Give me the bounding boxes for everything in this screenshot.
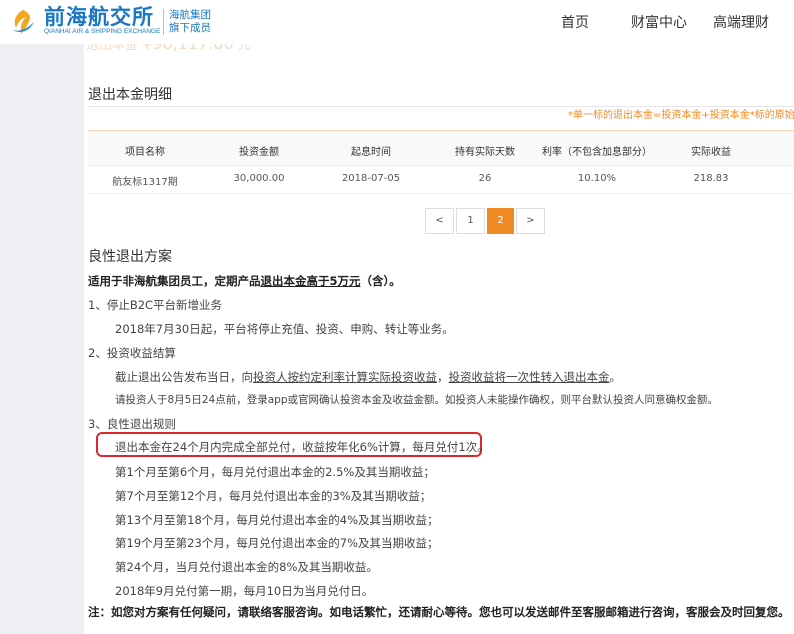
detail-section-title: 退出本金明细: [88, 87, 172, 103]
nav-premium-finance[interactable]: 高端理财: [713, 12, 769, 32]
top-header: 前海航交所 QIANHAI AIR & SHIPPING EXCHANGE 海航…: [0, 0, 794, 44]
column-header: 起息时间: [351, 147, 391, 158]
pagination-next-button[interactable]: >: [516, 208, 545, 234]
column-header: 项目名称: [125, 147, 165, 158]
section-2-body-1-suffix: 。: [609, 370, 622, 384]
left-gutter: [0, 44, 84, 634]
cell-investment-amount: 30,000.00: [233, 173, 285, 184]
nav-home[interactable]: 首页: [561, 12, 589, 32]
table-divider: [88, 165, 794, 166]
list-item: 第7个月至第12个月，每月兑付退出本金的3%及其当期收益；: [115, 489, 432, 503]
column-header: 投资金额: [239, 147, 279, 158]
section-2-title: 2、投资收益结算: [88, 346, 176, 360]
footnote: 注：如您对方案有任何疑问，请联络客服咨询。如电话繁忙，还请耐心等待。您也可以发送…: [88, 605, 790, 619]
table-header-row: [88, 131, 794, 165]
cell-project-name[interactable]: 航友标1317期: [112, 173, 177, 188]
logo-mark-icon: [12, 10, 34, 34]
logo-group-tagline: 海航集团 旗下成员: [169, 9, 211, 35]
plan-intro: 适用于非海航集团员工，定期产品退出本金高于5万元（含）。: [88, 273, 401, 289]
list-item: 2018年9月兑付第一期，每月10日为当月兑付日。: [115, 584, 374, 598]
column-header: 实际收益: [691, 147, 731, 158]
logo-chinese-name: 前海航交所: [44, 5, 154, 29]
plan-title: 良性退出方案: [88, 249, 172, 265]
section-2-body-1-prefix: 截止退出公告发布当日，向: [115, 370, 253, 384]
cell-start-date: 2018-07-05: [341, 173, 401, 184]
pagination-page-1[interactable]: 1: [456, 208, 485, 234]
site-logo[interactable]: 前海航交所 QIANHAI AIR & SHIPPING EXCHANGE 海航…: [8, 6, 213, 38]
section-2-body-1-mid: ，: [437, 370, 449, 384]
table-bottom-border: [88, 193, 794, 194]
formula-note: *单一标的退出本金=投资本金+投资本金*标的原始利率: [568, 110, 794, 121]
cell-actual-income: 218.83: [693, 173, 729, 184]
logo-divider: [163, 9, 164, 35]
logo-group-line2: 旗下成员: [169, 22, 211, 34]
section-2-body-1-underline-2: 投资收益将一次性转入退出本金: [448, 370, 610, 384]
nav-wealth-center[interactable]: 财富中心: [631, 12, 687, 32]
section-2-body-1: 截止退出公告发布当日，向投资人按约定利率计算实际投资收益，投资收益将一次性转入退…: [115, 369, 621, 385]
list-item: 第1个月至第6个月，每月兑付退出本金的2.5%及其当期收益；: [115, 465, 435, 479]
list-item: 第13个月至第18个月，每月兑付退出本金的4%及其当期收益；: [115, 513, 439, 527]
logo-english-name: QIANHAI AIR & SHIPPING EXCHANGE: [44, 28, 161, 35]
column-header: 利率（不包含加息部分）: [542, 147, 652, 158]
pagination-prev-button[interactable]: <: [425, 208, 454, 234]
logo-group-line1: 海航集团: [169, 9, 211, 21]
cell-rate: 10.10%: [577, 173, 617, 184]
section-2-body-1-underline-1: 投资人按约定利率计算实际投资收益: [253, 370, 437, 384]
pagination-page-2[interactable]: 2: [487, 208, 514, 234]
list-item: 第19个月至第23个月，每月兑付退出本金的7%及其当期收益；: [115, 536, 439, 550]
section-3-title: 3、良性退出规则: [88, 417, 176, 431]
plan-intro-prefix: 适用于非海航集团员工，定期产品: [88, 274, 261, 288]
column-header: 持有实际天数: [455, 147, 515, 158]
cell-held-days: 26: [478, 173, 492, 184]
list-item: 第24个月，当月兑付退出本金的8%及其当期收益。: [115, 560, 378, 574]
section-1-title: 1、停止B2C平台新增业务: [88, 298, 223, 312]
plan-intro-suffix: （含）。: [360, 274, 401, 288]
plan-intro-underlined: 退出本金高于5万元: [260, 274, 361, 288]
section-1-body: 2018年7月30日起，平台将停止充值、投资、申购、转让等业务。: [115, 322, 454, 336]
section-2-body-2: 请投资人于8月5日24点前，登录app或官网确认投资本金及收益金额。如投资人未能…: [115, 394, 718, 406]
section-3-highlight-text: 退出本金在24个月内完成全部兑付，收益按年化6%计算，每月兑付1次。: [115, 440, 489, 454]
